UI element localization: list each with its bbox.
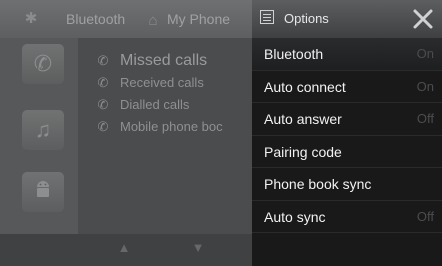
call-history-list: ✆ Missed calls ✆ Received calls ✆ Dialle… xyxy=(90,50,260,138)
tab-my-phone[interactable]: My Phone xyxy=(167,8,230,30)
phone-icon: ✆ xyxy=(33,51,53,76)
option-bluetooth[interactable]: Bluetooth On xyxy=(252,38,442,71)
list-item-label: Missed calls xyxy=(120,52,208,69)
dialled-call-icon: ✆ xyxy=(97,97,109,112)
option-label: Pairing code xyxy=(264,143,342,160)
list-item-missed-calls[interactable]: ✆ Missed calls xyxy=(90,50,260,72)
option-pairing-code[interactable]: Pairing code xyxy=(252,136,442,168)
phone-button[interactable]: ✆ xyxy=(22,44,64,84)
received-call-icon: ✆ xyxy=(97,75,109,90)
option-label: Auto connect xyxy=(264,78,346,95)
option-label: Phone book sync xyxy=(264,176,372,192)
music-button[interactable]: ♫ xyxy=(22,110,64,150)
option-phone-book-sync[interactable]: Phone book sync xyxy=(252,168,442,201)
phonebook-icon: ✆ xyxy=(97,119,109,134)
list-item-label: Mobile phone boc xyxy=(120,119,223,134)
tab-bluetooth[interactable]: Bluetooth xyxy=(66,8,125,30)
bluetooth-screen: ✱ Bluetooth ⌂ My Phone ✆ ♫ ✆ Missed call… xyxy=(0,0,442,266)
list-item-label: Received calls xyxy=(120,75,204,90)
option-value: Off xyxy=(416,208,434,224)
option-auto-sync[interactable]: Auto sync Off xyxy=(252,201,442,233)
side-menu: ✆ ♫ xyxy=(0,38,78,234)
list-item-mobile-phonebook[interactable]: ✆ Mobile phone boc xyxy=(90,116,260,138)
bluetooth-icon: ✱ xyxy=(24,10,38,27)
option-value: Off xyxy=(416,111,434,126)
options-panel: Options Bluetooth On Auto connect On Aut… xyxy=(252,0,442,266)
options-header: Options xyxy=(252,0,442,38)
list-item-label: Dialled calls xyxy=(120,97,190,112)
options-title: Options xyxy=(284,11,329,26)
option-label: Bluetooth xyxy=(264,46,324,62)
option-auto-answer[interactable]: Auto answer Off xyxy=(252,103,442,136)
music-icon: ♫ xyxy=(34,117,52,142)
android-icon xyxy=(32,178,54,206)
menu-icon xyxy=(260,10,274,24)
option-value: On xyxy=(416,46,434,61)
option-label: Auto sync xyxy=(264,208,326,225)
option-auto-connect[interactable]: Auto connect On xyxy=(252,71,442,103)
missed-call-icon: ✆ xyxy=(97,53,109,68)
options-list: Bluetooth On Auto connect On Auto answer… xyxy=(252,38,442,233)
android-button[interactable] xyxy=(22,172,64,212)
list-item-dialled-calls[interactable]: ✆ Dialled calls xyxy=(90,94,260,116)
option-value: On xyxy=(416,78,434,94)
close-icon xyxy=(413,9,433,29)
close-button[interactable] xyxy=(410,6,436,32)
scroll-up-icon[interactable]: ▲ xyxy=(112,240,136,260)
scroll-down-icon[interactable]: ▼ xyxy=(186,240,210,260)
option-label: Auto answer xyxy=(264,111,342,127)
list-item-received-calls[interactable]: ✆ Received calls xyxy=(90,72,260,94)
home-icon[interactable]: ⌂ xyxy=(142,8,164,32)
